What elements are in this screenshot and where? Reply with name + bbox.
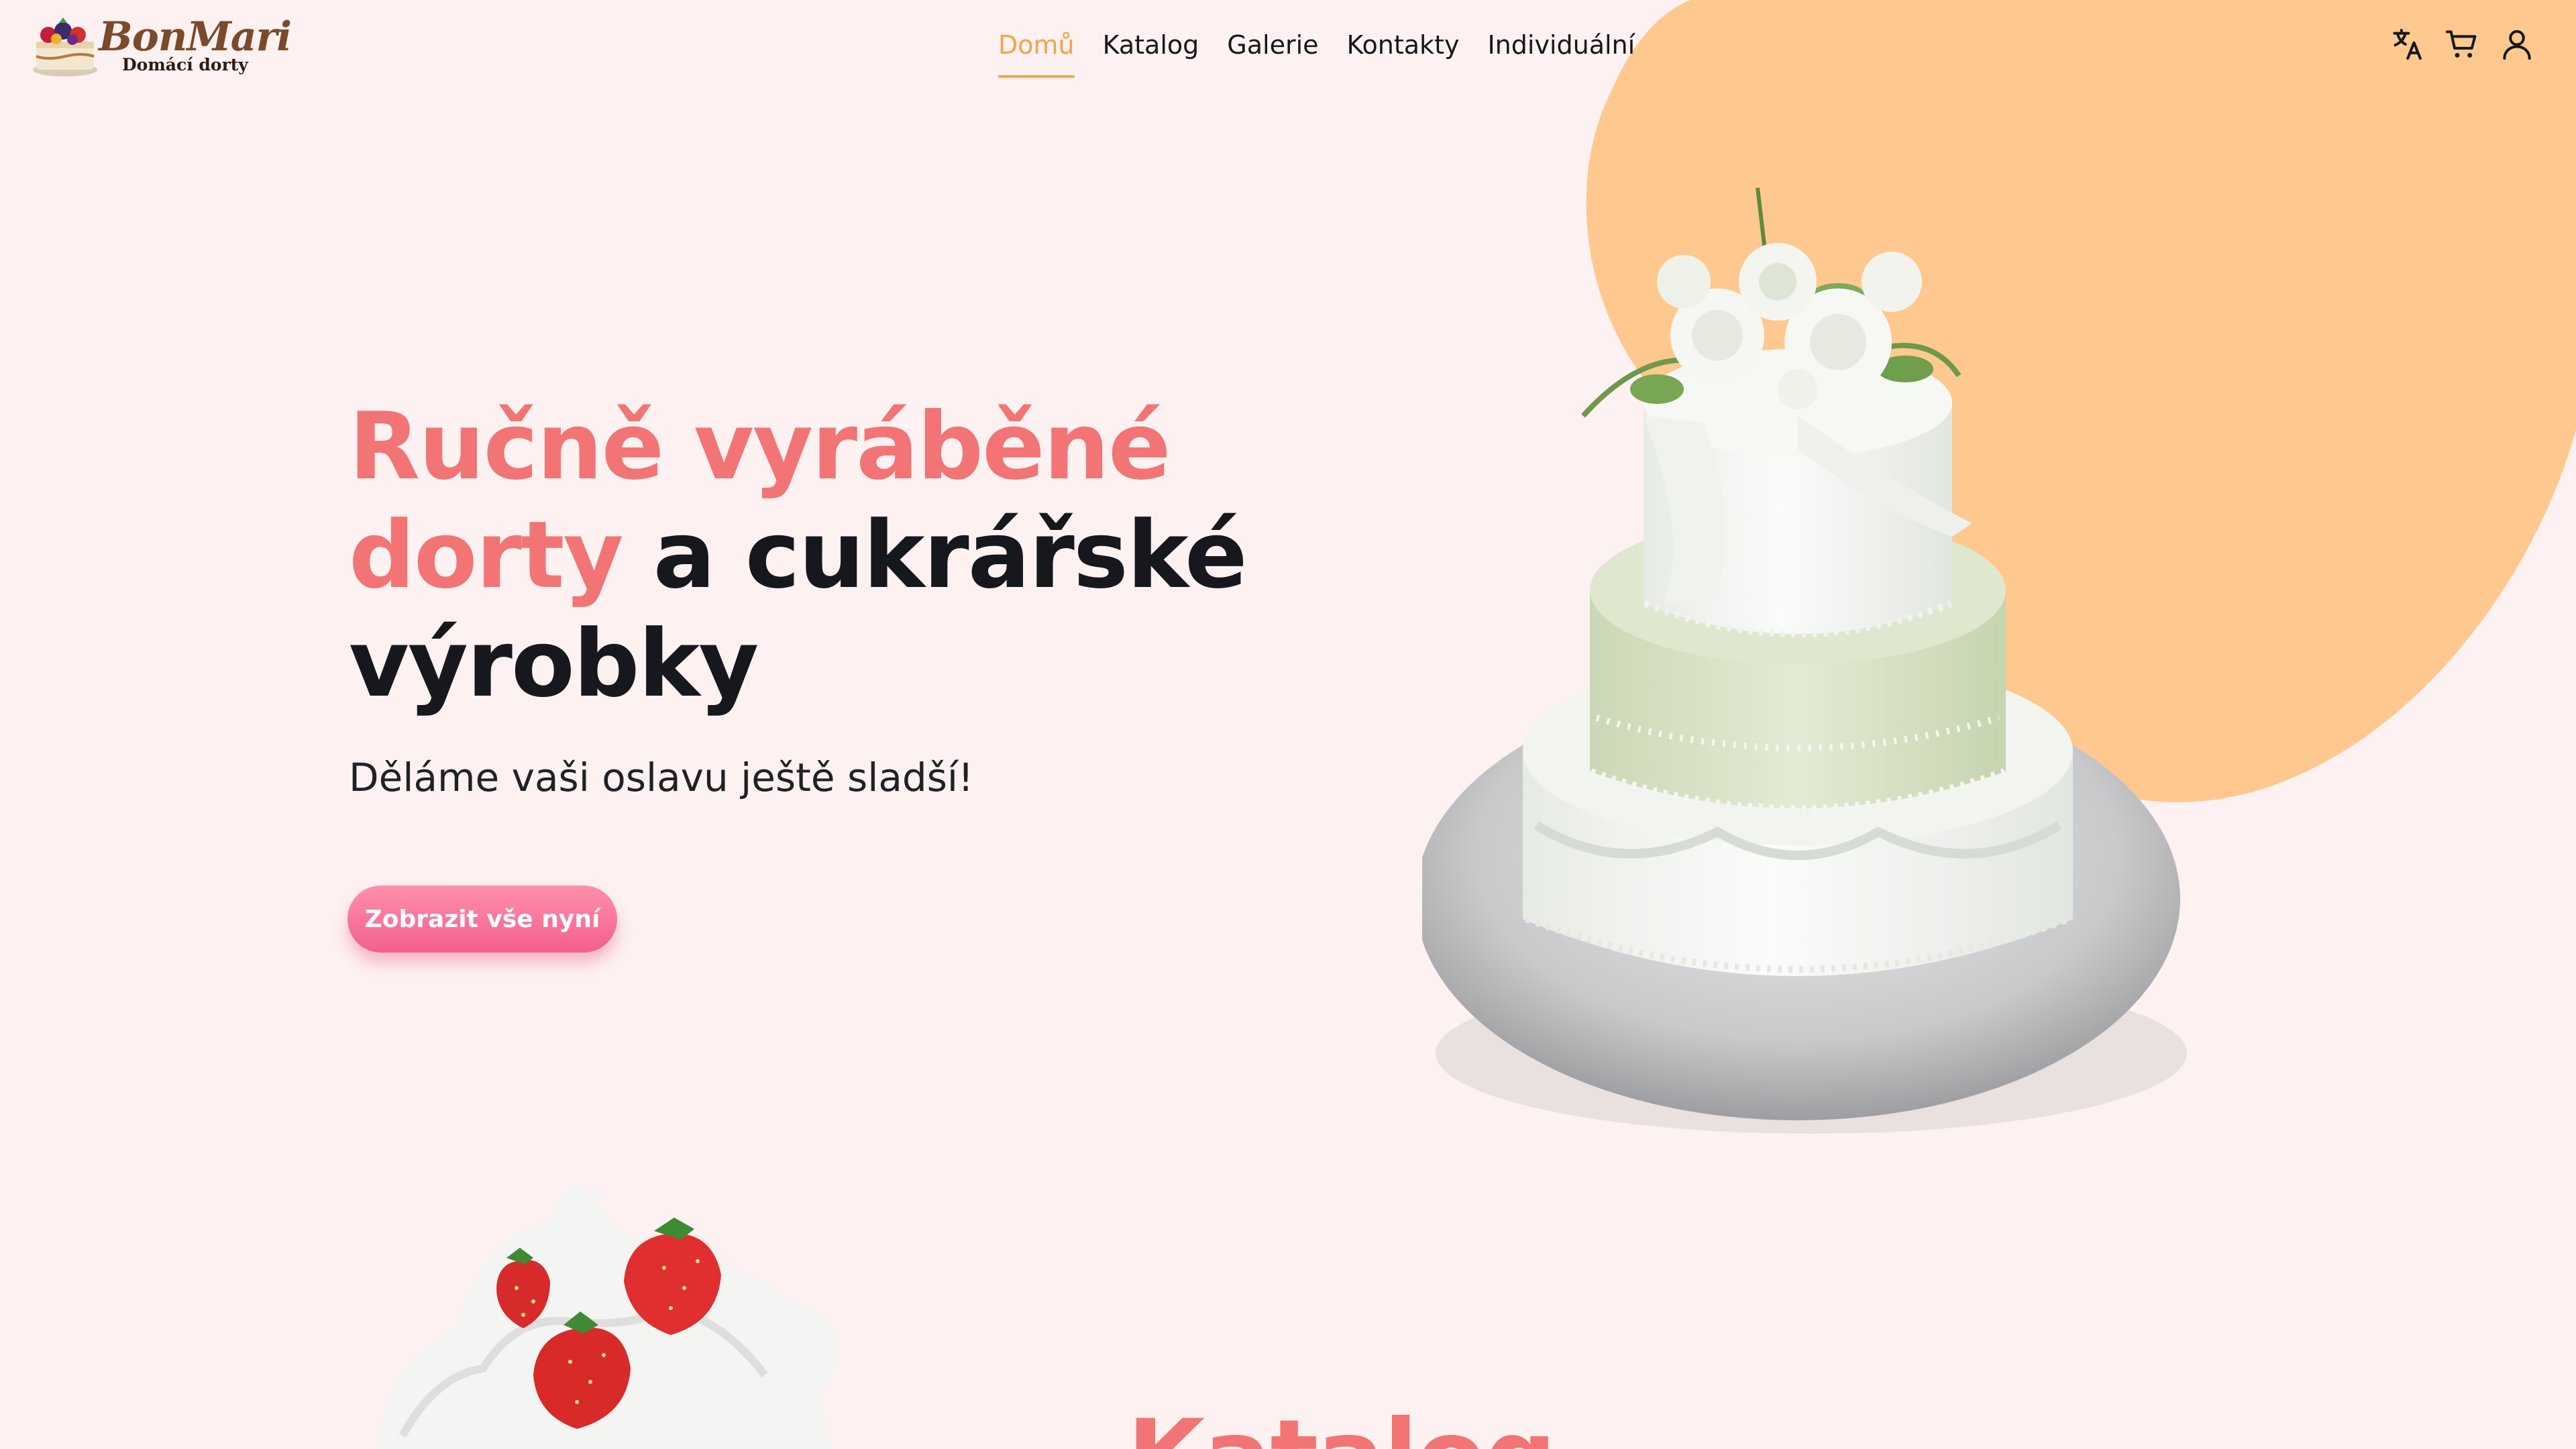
logo-tagline: Domácí dorty [122,55,248,74]
hero-title: Ručně vyráběné dorty a cukrářské výrobky [349,392,1288,718]
logo-name: BonMari [99,13,292,60]
user-icon[interactable] [2498,25,2536,63]
header-icons [2388,25,2536,63]
logo-cake-icon [33,17,97,76]
nav-item-kontakty[interactable]: Kontakty [1347,28,1460,68]
nav-item-individualni[interactable]: Individuální [1487,28,1635,68]
nav-item-domu[interactable]: Domů [998,28,1075,78]
cart-icon[interactable] [2443,25,2481,63]
logo[interactable]: BonMari Domácí dorty [28,13,292,80]
nav-item-katalog[interactable]: Katalog [1103,28,1199,68]
page: BonMari Domácí dorty Domů Katalog Galeri… [0,0,2576,1449]
cake-image [1422,187,2187,1134]
strawberries-image [376,1185,837,1449]
view-all-button[interactable]: Zobrazit vše nyní [347,885,617,953]
catalog-section-title: Katalog [1127,1399,1556,1449]
hero-subtitle: Děláme vaši oslavu ještě sladší! [349,755,974,800]
nav-item-galerie[interactable]: Galerie [1227,28,1318,68]
header: BonMari Domácí dorty Domů Katalog Galeri… [0,0,2576,91]
main-nav: Domů Katalog Galerie Kontakty Individuál… [998,28,1635,78]
translate-icon[interactable] [2388,25,2426,63]
